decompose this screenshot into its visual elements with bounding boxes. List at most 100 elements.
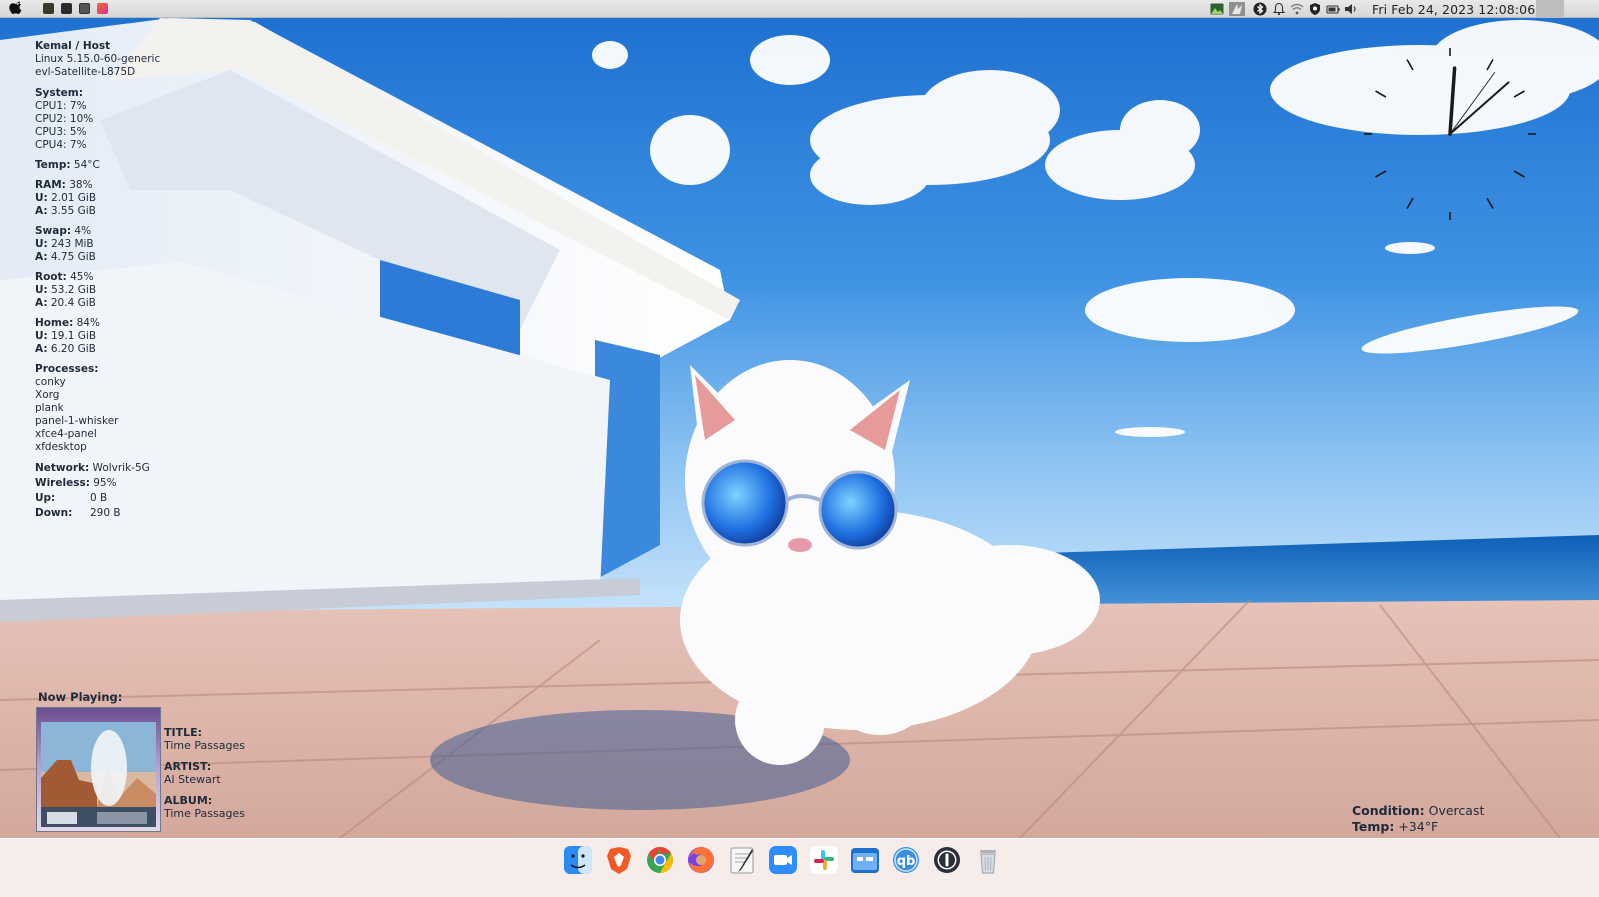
analog-clock (1364, 48, 1536, 220)
cpu4-usage: CPU4: 7% (35, 139, 87, 151)
plank-dock: qb (0, 838, 1599, 897)
root-label: Root: (35, 271, 67, 283)
down-label: Down: (35, 507, 73, 519)
bird-icon[interactable] (1229, 2, 1245, 16)
swap-label: Swap: (35, 225, 72, 237)
slack-icon[interactable] (809, 845, 839, 875)
condition-label: Condition: (1352, 803, 1425, 818)
qbittorrent-icon[interactable]: qb (891, 845, 921, 875)
now-playing-heading: Now Playing: (38, 690, 123, 704)
album-cover-art (36, 707, 161, 832)
ram-value: 38% (69, 179, 93, 191)
trash-icon[interactable] (973, 845, 1003, 875)
settings-launcher[interactable] (79, 3, 90, 14)
processes-label: Processes: (35, 363, 99, 375)
swap-avail-label: A: (35, 251, 48, 263)
clock-tick (1375, 170, 1387, 178)
bluetooth-icon[interactable] (1253, 2, 1267, 16)
process-item: xfce4-panel (35, 428, 97, 440)
user-host: Kemal / Host (35, 40, 111, 52)
zoom-icon[interactable] (768, 845, 798, 875)
down-value: 290 B (90, 507, 121, 519)
cpu2-usage: CPU2: 10% (35, 113, 94, 125)
swap-avail: 4.75 GiB (50, 251, 96, 263)
battery-icon[interactable] (1326, 2, 1340, 16)
volume-icon[interactable] (1344, 2, 1358, 16)
file-manager-icon[interactable] (850, 845, 880, 875)
root-used-label: U: (35, 284, 48, 296)
chrome-icon[interactable] (645, 845, 675, 875)
clock-hour-hand (1448, 66, 1457, 136)
track-title-label: TITLE: (164, 726, 203, 739)
temp-value: 54°C (73, 159, 100, 171)
home-value: 84% (76, 317, 100, 329)
bell-icon[interactable] (1272, 2, 1286, 16)
temp-label: Temp: (35, 159, 71, 171)
clock-tick (1406, 197, 1414, 209)
home-used: 19.1 GiB (51, 330, 97, 342)
shield-icon[interactable] (1308, 2, 1322, 16)
clock-tick (1513, 90, 1525, 98)
home-avail: 6.20 GiB (50, 343, 96, 355)
clock-tick (1375, 90, 1387, 98)
process-item: Xorg (35, 389, 60, 401)
clock-tick (1406, 59, 1414, 71)
pink-app-launcher[interactable] (97, 3, 108, 14)
system-label: System: (35, 87, 83, 99)
wifi-icon[interactable] (1290, 2, 1304, 16)
ram-used: 2.01 GiB (51, 192, 97, 204)
weather-widget: Condition: Overcast Temp: +34°F (1352, 803, 1484, 835)
swap-used: 243 MiB (51, 238, 94, 250)
brave-icon[interactable] (604, 845, 634, 875)
track-album: Time Passages (164, 807, 245, 820)
1password-icon[interactable] (932, 845, 962, 875)
weather-temp-label: Temp: (1352, 819, 1395, 834)
ram-avail: 3.55 GiB (50, 205, 96, 217)
home-label: Home: (35, 317, 74, 329)
network-label: Network: (35, 462, 90, 474)
clock-second-hand (1449, 72, 1496, 135)
top-panel: Fri Feb 24, 2023 12:08:06 (0, 0, 1599, 18)
up-value: 0 B (90, 492, 108, 504)
apple-menu-icon[interactable] (9, 1, 23, 16)
kernel-version: Linux 5.15.0-60-generic (35, 53, 161, 65)
home-used-label: U: (35, 330, 48, 342)
root-used: 53.2 GiB (51, 284, 97, 296)
process-item: conky (35, 376, 66, 388)
wireless-value: 95% (93, 477, 117, 489)
svg-text:qb: qb (897, 854, 916, 869)
track-title: Time Passages (164, 739, 245, 752)
cpu3-usage: CPU3: 5% (35, 126, 87, 138)
condition-value: Overcast (1428, 803, 1485, 818)
process-item: xfdesktop (35, 441, 87, 453)
swap-value: 4% (74, 225, 92, 237)
network-value: Wolvrik-5G (92, 462, 150, 474)
swap-used-label: U: (35, 238, 48, 250)
terminal-launcher[interactable] (43, 3, 54, 14)
machine-name: evl-Satellite-L875D (35, 66, 136, 78)
clock-tick (1513, 170, 1525, 178)
track-artist: Al Stewart (164, 773, 221, 786)
ram-label: RAM: (35, 179, 66, 191)
clock-minute-hand (1449, 81, 1510, 135)
process-item: plank (35, 402, 64, 414)
process-item: panel-1-whisker (35, 415, 119, 427)
track-album-label: ALBUM: (164, 794, 213, 807)
track-metadata: TITLE: Time Passages ARTIST: Al Stewart … (164, 726, 324, 820)
wireless-label: Wireless: (35, 477, 90, 489)
root-avail: 20.4 GiB (50, 297, 96, 309)
dark-app-launcher[interactable] (61, 3, 72, 14)
track-artist-label: ARTIST: (164, 760, 212, 773)
panel-corner-button[interactable] (1536, 0, 1564, 18)
image-viewer-icon[interactable] (1210, 2, 1224, 16)
cpu1-usage: CPU1: 7% (35, 100, 87, 112)
root-value: 45% (70, 271, 94, 283)
panel-clock[interactable]: Fri Feb 24, 2023 12:08:06 (1372, 2, 1535, 17)
now-playing-widget: Now Playing: TITLE: Time Passages ARTIST… (36, 690, 245, 832)
clock-tick (1486, 59, 1494, 71)
text-editor-icon[interactable] (727, 845, 757, 875)
root-avail-label: A: (35, 297, 48, 309)
firefox-icon[interactable] (686, 845, 716, 875)
finder-icon[interactable] (563, 845, 593, 875)
clock-tick (1486, 197, 1494, 209)
